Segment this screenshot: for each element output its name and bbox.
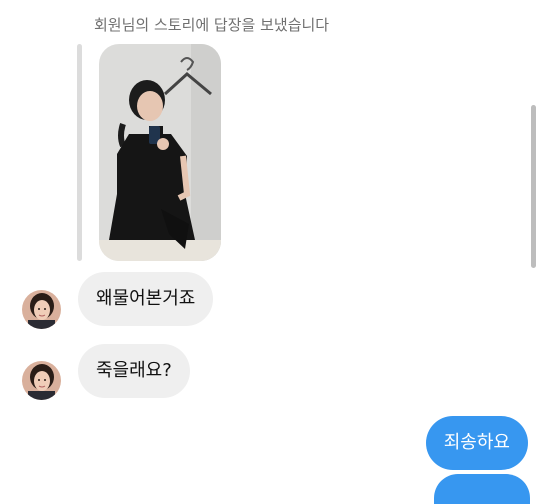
scrollbar-thumb[interactable] <box>531 105 536 268</box>
story-reply-caption: 회원님의 스토리에 답장을 보냈습니다 <box>94 16 330 34</box>
incoming-message-bubble[interactable]: 왜물어본거죠 <box>78 272 214 326</box>
quote-bar <box>77 44 82 261</box>
avatar[interactable] <box>22 290 61 329</box>
incoming-message-bubble[interactable]: 죽을래요? <box>78 344 190 398</box>
outgoing-message-bubble[interactable]: 죄송하요 <box>425 416 528 470</box>
story-thumbnail[interactable] <box>99 44 221 261</box>
outgoing-message-bubble-partial[interactable] <box>434 474 530 504</box>
avatar[interactable] <box>22 361 61 400</box>
